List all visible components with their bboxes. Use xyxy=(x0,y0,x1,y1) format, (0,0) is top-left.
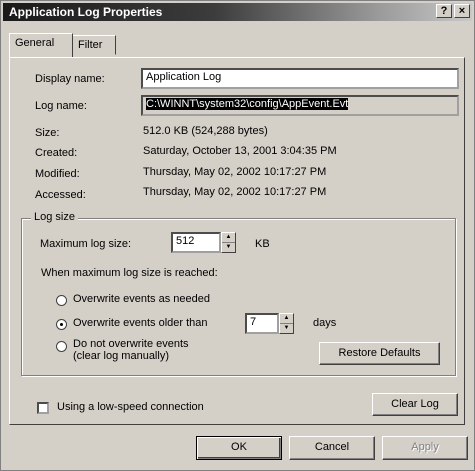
tab-filter[interactable]: Filter xyxy=(72,35,116,55)
log-size-group-label: Log size xyxy=(31,211,78,223)
accessed-value: Thursday, May 02, 2002 10:17:27 PM xyxy=(143,186,327,198)
do-not-overwrite-label[interactable]: Do not overwrite events xyxy=(73,338,189,350)
log-name-label: Log name: xyxy=(35,100,87,112)
clear-manually-label: (clear log manually) xyxy=(73,350,169,362)
tab-general[interactable]: General xyxy=(9,33,73,57)
max-log-size-label: Maximum log size: xyxy=(40,238,132,250)
size-label: Size: xyxy=(35,127,60,139)
when-max-label: When maximum log size is reached: xyxy=(41,267,218,279)
days-spinner[interactable]: ▲ ▼ xyxy=(279,313,294,334)
overwrite-older-radio[interactable] xyxy=(56,319,67,330)
low-speed-label[interactable]: Using a low-speed connection xyxy=(57,401,204,413)
days-label: days xyxy=(313,317,337,329)
created-value: Saturday, October 13, 2001 3:04:35 PM xyxy=(143,145,337,157)
modified-value: Thursday, May 02, 2002 10:17:27 PM xyxy=(143,166,327,178)
restore-defaults-button[interactable]: Restore Defaults xyxy=(319,342,440,365)
log-name-field[interactable]: C:\WINNT\system32\config\AppEvent.Evt xyxy=(141,95,459,116)
help-button[interactable]: ? xyxy=(436,4,452,18)
accessed-label: Accessed: xyxy=(35,189,86,201)
properties-window: Application Log Properties ? × General F… xyxy=(0,0,475,471)
max-log-size-spinner[interactable]: ▲ ▼ xyxy=(221,232,236,253)
spin-down-icon[interactable]: ▼ xyxy=(280,324,293,334)
overwrite-as-needed-radio[interactable] xyxy=(56,295,67,306)
apply-button-label: Apply xyxy=(411,441,439,453)
display-name-field[interactable]: Application Log xyxy=(141,68,459,89)
log-name-value: C:\WINNT\system32\config\AppEvent.Evt xyxy=(146,98,349,110)
cancel-button[interactable]: Cancel xyxy=(289,436,375,460)
low-speed-checkbox[interactable] xyxy=(37,402,49,414)
created-label: Created: xyxy=(35,147,78,159)
days-input[interactable]: 7 xyxy=(245,313,279,334)
display-name-label: Display name: xyxy=(35,73,105,85)
overwrite-older-label[interactable]: Overwrite events older than xyxy=(73,317,208,329)
max-log-size-input[interactable]: 512 xyxy=(171,232,221,253)
kb-unit-label: KB xyxy=(255,238,270,250)
close-button[interactable]: × xyxy=(454,4,470,18)
spin-up-icon[interactable]: ▲ xyxy=(280,314,293,324)
title-bar[interactable]: Application Log Properties ? × xyxy=(3,3,472,21)
modified-label: Modified: xyxy=(35,168,80,180)
apply-button[interactable]: Apply xyxy=(382,436,468,460)
size-value: 512.0 KB (524,288 bytes) xyxy=(143,125,268,137)
clear-log-button[interactable]: Clear Log xyxy=(372,393,458,416)
spin-up-icon[interactable]: ▲ xyxy=(222,233,235,243)
ok-button[interactable]: OK xyxy=(196,436,282,460)
spin-down-icon[interactable]: ▼ xyxy=(222,243,235,253)
do-not-overwrite-radio[interactable] xyxy=(56,341,67,352)
window-title: Application Log Properties xyxy=(9,5,163,19)
overwrite-as-needed-label[interactable]: Overwrite events as needed xyxy=(73,293,210,305)
